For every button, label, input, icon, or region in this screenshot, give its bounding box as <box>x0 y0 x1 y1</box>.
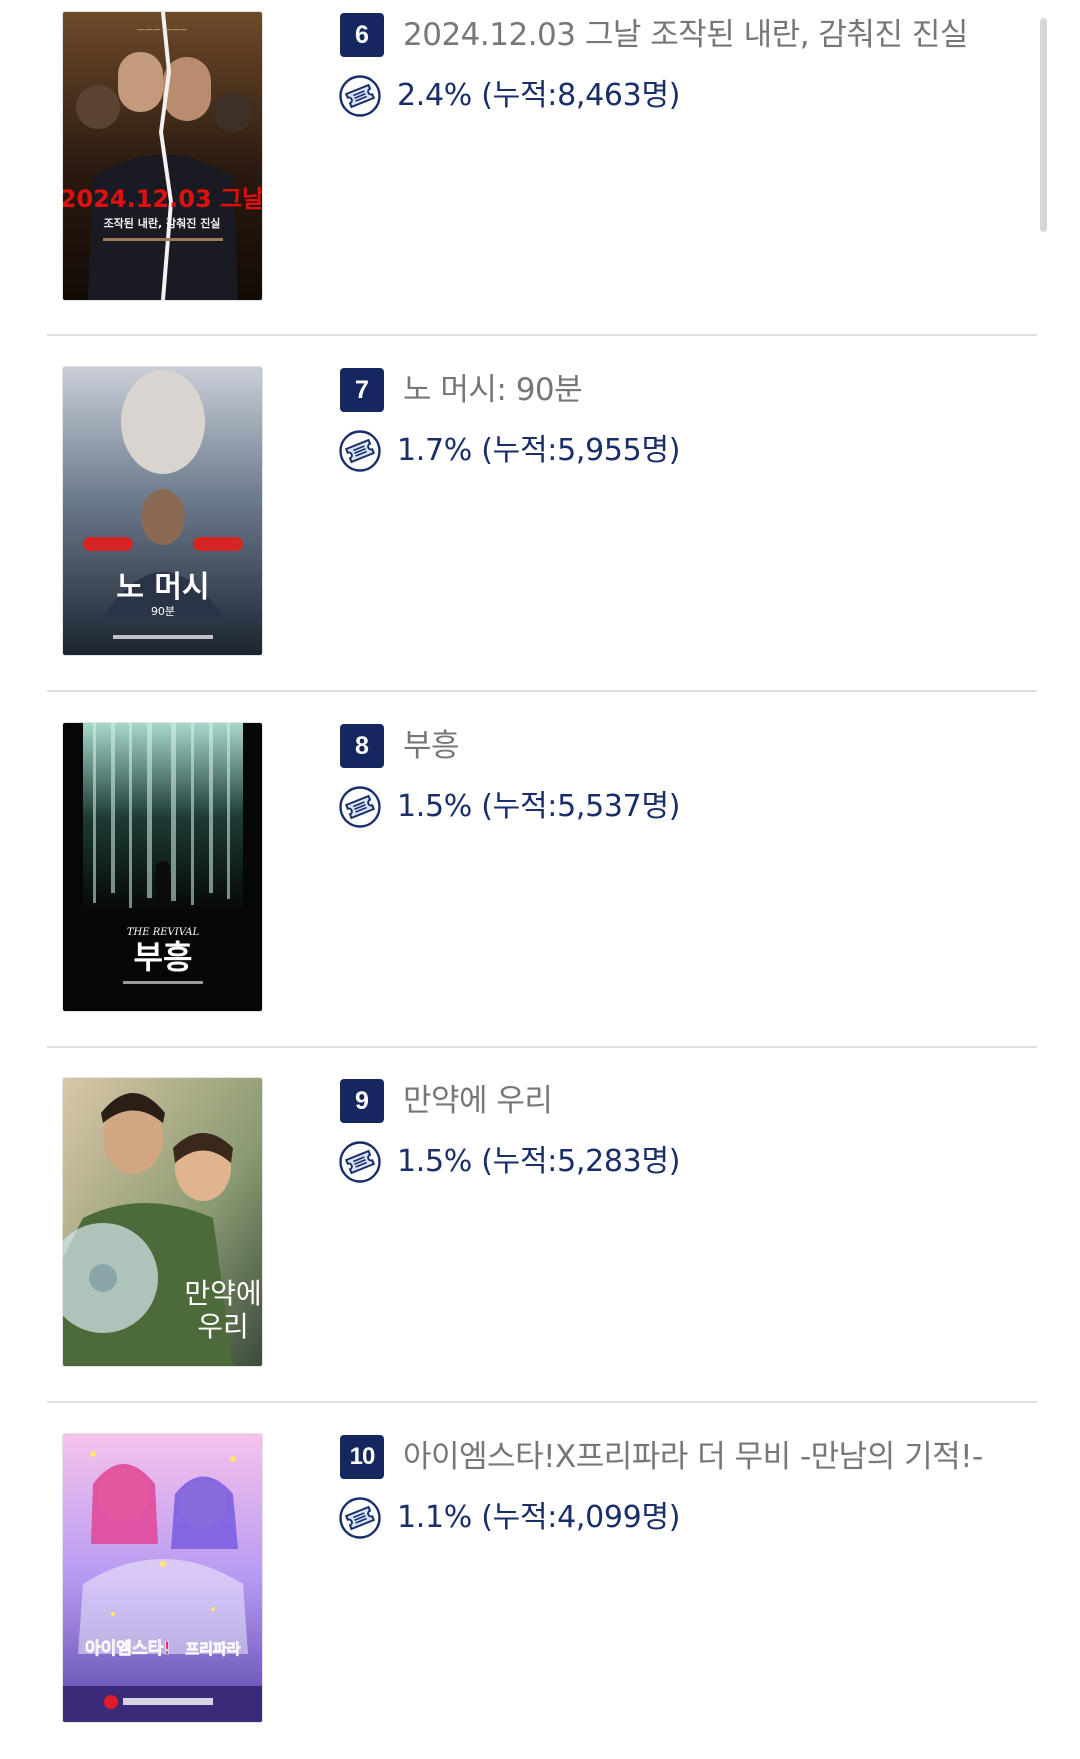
rank-badge: 9 <box>340 1079 384 1123</box>
movie-title[interactable]: 아이엠스타!X프리파라 더 무비 -만남의 기적!- <box>403 1435 983 1479</box>
ticket-icon <box>338 74 382 118</box>
ticket-icon <box>338 1140 382 1184</box>
movie-title[interactable]: 만약에 우리 <box>403 1079 553 1123</box>
poster-headline: 노 머시 <box>116 570 209 605</box>
row-divider <box>47 334 1037 336</box>
audience-share: 1.7% (누적:5,955명) <box>397 433 681 468</box>
movie-row-7[interactable]: 노 머시 90분 7 노 머시: 90분 1.7% (누적:5,955명) <box>47 355 1037 692</box>
poster-subline: 조작된 내란, 감춰진 진실 <box>104 216 221 230</box>
audience-share: 1.1% (누적:4,099명) <box>397 1500 681 1535</box>
rank-badge: 6 <box>340 13 384 57</box>
row-divider <box>47 690 1037 692</box>
movie-poster[interactable]: 만약에 우리 <box>63 1078 262 1366</box>
movie-poster[interactable]: THE REVIVAL 부흥 <box>63 723 262 1011</box>
rank-badge: 10 <box>340 1435 384 1479</box>
poster-headline: 만약에 <box>184 1277 261 1310</box>
poster-subline: 우리 <box>197 1310 249 1343</box>
movie-poster[interactable]: 아이엠스타! 프리파라 <box>63 1434 262 1722</box>
row-divider <box>47 1401 1037 1403</box>
poster-subline: 90분 <box>151 605 175 618</box>
movie-row-10[interactable]: 아이엠스타! 프리파라 10 아이엠스타!X프리파라 더 무비 -만남의 기적!… <box>47 1422 1037 1759</box>
movie-row-9[interactable]: 만약에 우리 9 만약에 우리 1.5% (누적:5,283명) <box>47 1066 1037 1403</box>
audience-share: 1.5% (누적:5,283명) <box>397 1144 681 1179</box>
poster-headline: 2024.12.03 그날 <box>63 185 262 213</box>
ticket-icon <box>338 785 382 829</box>
row-divider <box>47 1046 1037 1048</box>
movie-title[interactable]: 부흥 <box>403 724 460 768</box>
scrollbar[interactable] <box>1040 18 1047 232</box>
movie-row-6[interactable]: ——— ——— 2024.12.03 그날 조작된 내란, 감춰진 진실 6 2… <box>47 0 1037 336</box>
poster-headline: 아이엠스타! <box>85 1639 171 1659</box>
movie-title[interactable]: 2024.12.03 그날 조작된 내란, 감춰진 진실 <box>403 13 968 57</box>
movie-poster[interactable]: ——— ——— 2024.12.03 그날 조작된 내란, 감춰진 진실 <box>63 12 262 300</box>
rank-badge: 7 <box>340 368 384 412</box>
ticket-icon <box>338 429 382 473</box>
movie-title[interactable]: 노 머시: 90분 <box>403 368 583 412</box>
ticket-icon <box>338 1496 382 1540</box>
rank-badge: 8 <box>340 724 384 768</box>
movie-row-8[interactable]: THE REVIVAL 부흥 8 부흥 1.5% (누적:5,537명) <box>47 711 1037 1048</box>
audience-share: 1.5% (누적:5,537명) <box>397 789 681 824</box>
svg-text:——— ———: ——— ——— <box>137 25 188 34</box>
poster-subline: 프리파라 <box>185 1640 240 1658</box>
poster-subline: THE REVIVAL <box>127 927 200 938</box>
movie-poster[interactable]: 노 머시 90분 <box>63 367 262 655</box>
audience-share: 2.4% (누적:8,463명) <box>397 78 681 113</box>
poster-headline: 부흥 <box>134 938 193 976</box>
